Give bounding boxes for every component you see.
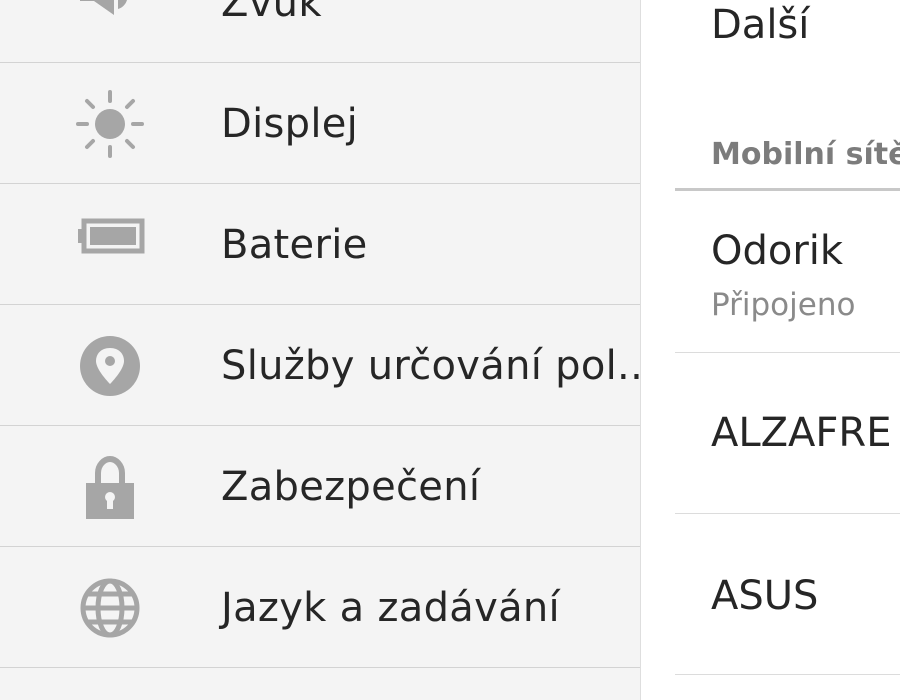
divider: [675, 513, 900, 514]
section-divider: [675, 188, 900, 191]
network-name: ALZAFRE: [711, 410, 892, 456]
location-icon: [74, 330, 146, 402]
settings-item-label: Jazyk a zadávání: [221, 585, 560, 631]
settings-item-language[interactable]: Jazyk a zadávání: [0, 548, 640, 668]
battery-icon: [74, 209, 146, 281]
divider: [0, 425, 640, 426]
section-header-mobile-networks: Mobilní sítě: [711, 137, 900, 172]
settings-item-display[interactable]: Displej: [0, 64, 640, 184]
lock-icon: [74, 451, 146, 523]
divider: [675, 674, 900, 675]
divider: [0, 546, 640, 547]
settings-item-sound[interactable]: Zvuk: [0, 0, 640, 63]
settings-item-label: Displej: [221, 101, 359, 147]
divider: [0, 667, 640, 668]
settings-item-security[interactable]: Zabezpečení: [0, 427, 640, 547]
network-name: Odorik: [711, 228, 844, 274]
volume-icon: [74, 0, 146, 39]
settings-item-label: Baterie: [221, 222, 368, 268]
brightness-icon: [74, 88, 146, 160]
detail-pane: Další Mobilní sítě Odorik Připojeno ALZA…: [641, 0, 900, 700]
globe-icon: [74, 572, 146, 644]
settings-screen: Zvuk Displej Baterie Služby určování pol…: [0, 0, 900, 700]
settings-item-battery[interactable]: Baterie: [0, 185, 640, 305]
settings-category-list: Zvuk Displej Baterie Služby určování pol…: [0, 0, 640, 700]
network-name: ASUS: [711, 573, 819, 619]
settings-item-location[interactable]: Služby určování pol..: [0, 306, 640, 426]
settings-item-label: Zabezpečení: [221, 464, 481, 510]
network-status: Připojeno: [711, 287, 856, 323]
divider: [675, 352, 900, 353]
settings-item-label: Služby určování pol..: [221, 343, 640, 389]
divider: [0, 183, 640, 184]
settings-item-label: Zvuk: [221, 0, 322, 26]
divider: [0, 304, 640, 305]
divider: [0, 62, 640, 63]
more-option[interactable]: Další: [711, 2, 809, 48]
